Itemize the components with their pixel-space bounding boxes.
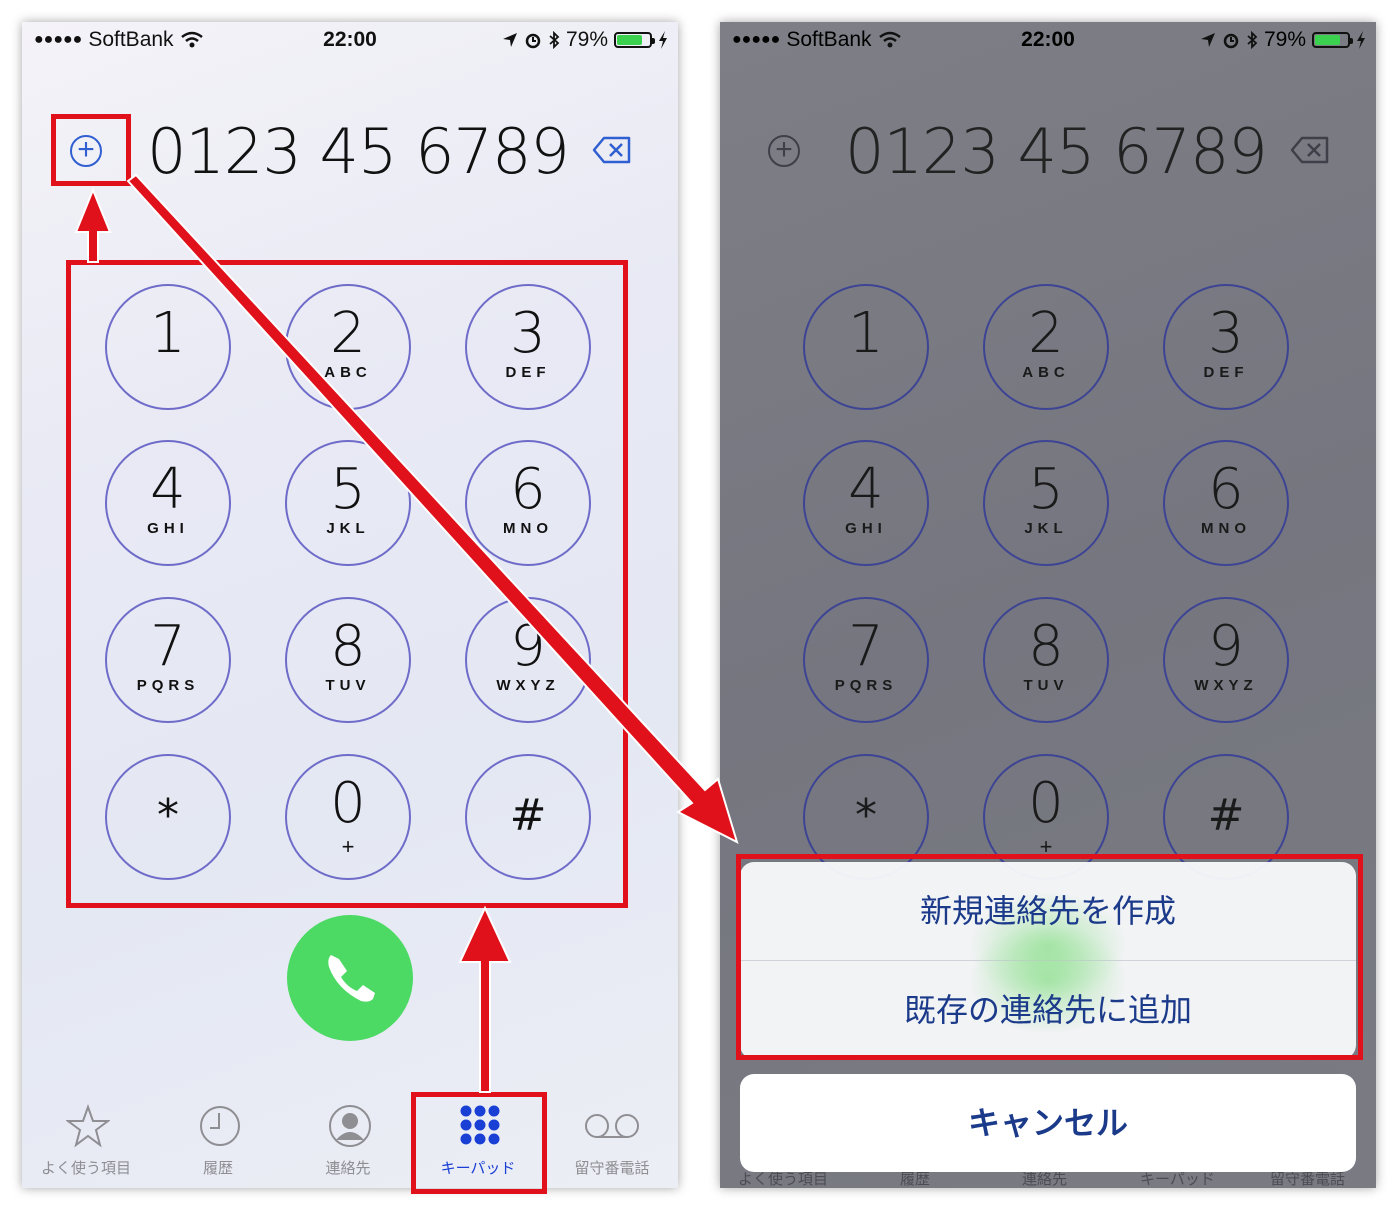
alarm-icon — [525, 33, 541, 49]
battery-icon — [1312, 32, 1353, 48]
key-6[interactable]: 6 MNO — [1163, 440, 1289, 566]
key-digit: 6 — [1208, 457, 1244, 522]
battery-percent: 79% — [565, 28, 608, 51]
key-digit: 2 — [1028, 301, 1064, 366]
key-letters: ABC — [1022, 364, 1070, 381]
key-digit: 8 — [1028, 614, 1064, 679]
annotation-box-action-sheet — [736, 854, 1363, 1060]
key-digit: 3 — [1208, 301, 1244, 366]
add-contact-plus-icon: + — [768, 135, 800, 167]
key-8[interactable]: 8 TUV — [983, 597, 1109, 723]
key-digit: # — [1207, 790, 1245, 841]
dialed-number: 0123 45 6789 — [845, 115, 1268, 188]
key-letters: MNO — [1201, 520, 1251, 537]
key-digit: 9 — [1208, 614, 1244, 679]
tab-bar-dimmed: よく使う項目 履歴 連絡先 キーパッド 留守番電話 — [720, 1170, 1376, 1188]
alarm-icon — [1223, 33, 1239, 49]
star-icon — [65, 1104, 111, 1148]
number-display-row: + 0123 45 6789 — [720, 115, 1376, 188]
status-bar: ●●●●● SoftBank 22:00 79% — [720, 28, 1376, 58]
key-9[interactable]: 9 WXYZ — [1163, 597, 1289, 723]
key-letters: WXYZ — [1194, 677, 1258, 694]
key-letters: JKL — [1024, 520, 1068, 537]
annotation-box-keypad — [66, 260, 628, 908]
key-letters: TUV — [1023, 677, 1069, 694]
bluetooth-icon — [1247, 31, 1258, 49]
key-digit: * — [855, 790, 877, 841]
charging-bolt-icon — [1357, 31, 1365, 49]
tab-label: よく使う項目 — [40, 1160, 131, 1177]
dialed-number: 0123 45 6789 — [147, 115, 570, 188]
tab-label: 履歴 — [202, 1160, 233, 1177]
call-button[interactable] — [287, 915, 413, 1041]
key-letters: PQRS — [834, 677, 898, 694]
key-5[interactable]: 5 JKL — [983, 440, 1109, 566]
key-digit: 5 — [1028, 457, 1064, 522]
key-3[interactable]: 3 DEF — [1163, 284, 1289, 410]
tab-voicemail[interactable]: 留守番電話 — [552, 1098, 672, 1184]
backspace-icon[interactable] — [592, 135, 632, 165]
key-digit: 1 — [848, 301, 884, 366]
charging-bolt-icon — [659, 31, 667, 49]
status-bar: ●●●●● SoftBank 22:00 79% — [22, 28, 678, 58]
key-digit: 7 — [848, 614, 884, 679]
backspace-icon — [1290, 136, 1329, 164]
battery-fill — [1315, 35, 1340, 45]
tab-clock[interactable]: 履歴 — [158, 1098, 278, 1184]
voicemail-icon — [582, 1104, 642, 1148]
annotation-box-keypad-tab — [411, 1092, 547, 1194]
annotation-box-plus — [51, 114, 131, 186]
tab-label: 留守番電話 — [574, 1160, 650, 1177]
key-digit: 4 — [848, 457, 884, 522]
key-2[interactable]: 2 ABC — [983, 284, 1109, 410]
key-1[interactable]: 1 — [803, 284, 929, 410]
cancel-label: キャンセル — [967, 1105, 1128, 1141]
bluetooth-icon — [549, 31, 560, 49]
tab-label: 連絡先 — [325, 1160, 371, 1177]
location-arrow-icon — [1200, 33, 1215, 47]
tab-contacts[interactable]: 連絡先 — [288, 1098, 408, 1184]
battery-percent: 79% — [1263, 28, 1306, 51]
cancel-button[interactable]: キャンセル — [740, 1074, 1356, 1172]
key-digit: 0 — [1028, 771, 1064, 836]
battery-fill — [617, 35, 642, 45]
tab-star[interactable]: よく使う項目 — [26, 1098, 146, 1184]
battery-icon — [614, 32, 655, 48]
location-arrow-icon — [502, 33, 517, 47]
phone-handset-icon — [328, 955, 375, 1002]
key-7[interactable]: 7 PQRS — [803, 597, 929, 723]
contacts-icon — [328, 1104, 372, 1148]
key-letters: GHI — [845, 520, 887, 537]
clock-icon — [198, 1104, 242, 1148]
key-4[interactable]: 4 GHI — [803, 440, 929, 566]
tab-bar: よく使う項目 履歴 連絡先 キーパッド 留守番電話 — [22, 1098, 678, 1188]
key-letters: DEF — [1203, 364, 1249, 381]
